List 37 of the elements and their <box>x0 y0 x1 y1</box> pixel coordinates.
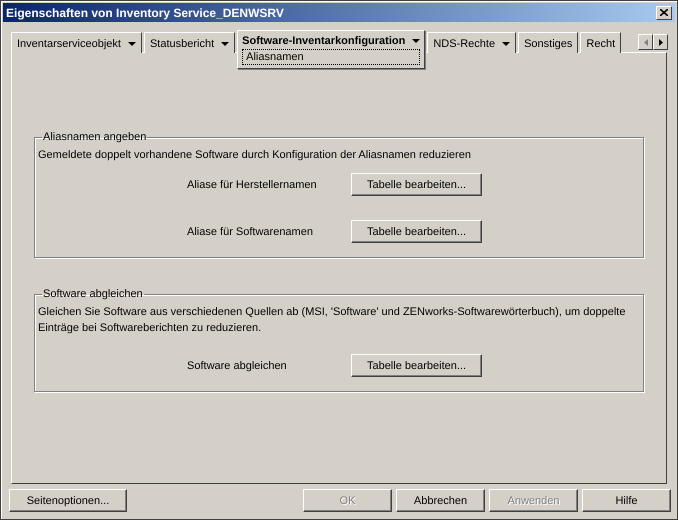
group-description: Gemeldete doppelt vorhandene Software durch Konfiguration der Aliasnamen reduzieren <box>38 148 472 163</box>
group-description: Gleichen Sie Software aus verschiedenen Quellen ab (MSI, 'Software' und ZENworks-Softwarewörterbuch), um doppelte Einträge bei Softwareberichten zu reduzieren. <box>38 305 626 336</box>
window-title: Eigenschaften von Inventory Service_DENWSRV <box>6 6 284 20</box>
row-label: Aliase für Softwarenamen <box>187 226 314 238</box>
caret-icon[interactable] <box>412 38 420 42</box>
tab-label: Inventarserviceobjekt <box>17 38 121 50</box>
right-arrow-icon <box>658 38 662 46</box>
caret-icon[interactable] <box>128 42 136 46</box>
tab-label: Sonstiges <box>524 38 572 50</box>
tab[interactable]: Sonstiges <box>518 32 578 53</box>
row-label: Software abgleichen <box>187 360 288 372</box>
tab-label: Recht <box>586 38 616 50</box>
group-title: Aliasnamen angeben <box>42 131 148 143</box>
row-label: Aliase für Herstellernamen <box>187 178 318 190</box>
tab-label: Statusbericht <box>150 38 214 50</box>
tab-label: NDS-Rechte <box>433 38 496 50</box>
tab[interactable]: NDS-Rechte <box>427 32 516 53</box>
dialog-button[interactable]: Abbrechen <box>396 489 485 512</box>
edit-table-button[interactable]: Tabelle bearbeiten... <box>351 220 482 243</box>
caret-icon[interactable] <box>502 42 510 46</box>
edit-table-button[interactable]: Tabelle bearbeiten... <box>351 173 482 196</box>
tab-label: Software-Inventarkonfiguration <box>242 34 406 46</box>
tab[interactable]: Recht <box>580 32 622 53</box>
tab[interactable]: Software-Inventarkonfiguration Aliasnamen <box>237 30 426 69</box>
page-options-button[interactable]: Seitenoptionen... <box>9 489 127 512</box>
group-title: Software abgleichen <box>42 288 144 300</box>
scroll-left-button[interactable] <box>638 34 653 50</box>
dialog-button[interactable]: Hilfe <box>582 489 671 512</box>
tab[interactable]: Statusbericht <box>144 32 236 53</box>
left-arrow-icon <box>644 38 648 46</box>
close-button[interactable] <box>656 6 672 20</box>
close-icon <box>660 9 668 16</box>
edit-table-button[interactable]: Tabelle bearbeiten... <box>351 354 482 377</box>
caret-icon[interactable] <box>221 42 230 46</box>
scroll-right-button[interactable] <box>653 34 668 50</box>
subpage-item[interactable]: Aliasnamen <box>242 49 420 65</box>
tab[interactable]: Inventarserviceobjekt <box>11 32 142 53</box>
